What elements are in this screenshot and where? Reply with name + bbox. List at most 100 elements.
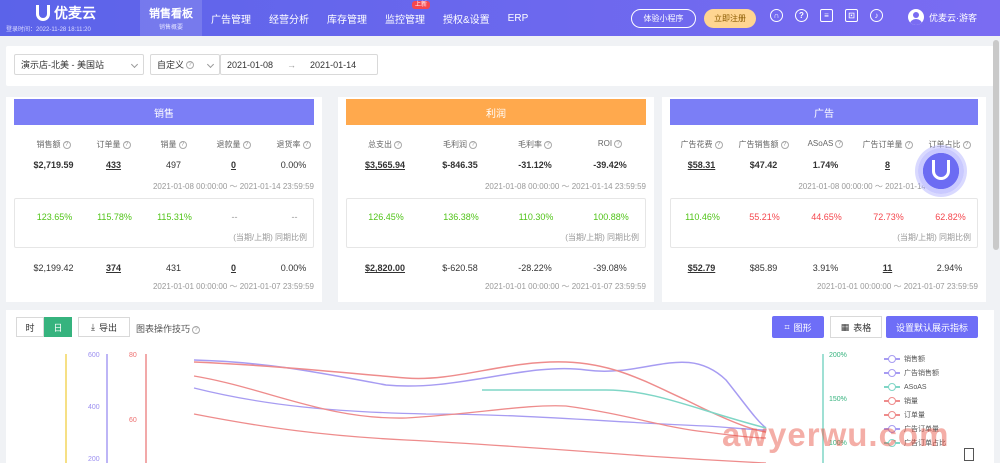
previous-range: 2021-01-01 00:00:00 ～ 2021-01-07 23:59:5…: [816, 282, 978, 291]
compare-value: --: [291, 212, 298, 222]
headset-icon[interactable]: ∩: [770, 9, 783, 22]
floating-logo-button[interactable]: [918, 148, 964, 194]
nav-erp[interactable]: ERP: [499, 0, 538, 36]
compare-value: 72.73%: [873, 212, 904, 222]
login-time: 登录时间：2022-11-28 18:11:20: [6, 27, 91, 33]
sales-card-title: 销售: [14, 99, 314, 125]
profit-card-title: 利润: [346, 99, 646, 125]
nav-label: ERP: [507, 12, 529, 24]
legend-item[interactable]: ASoAS: [884, 380, 946, 394]
metric-label: 订单占比?: [918, 139, 981, 150]
legend-item[interactable]: 销量: [884, 394, 946, 408]
metric-value-link[interactable]: 11: [856, 263, 919, 273]
compare-value: 126.45%: [368, 212, 404, 222]
metric-value-link[interactable]: $3,565.94: [352, 160, 418, 170]
metric-label: 总支出?: [352, 139, 418, 150]
metric-value-link[interactable]: $52.79: [670, 263, 733, 273]
compare-note: (当期/上期) 同期比例: [233, 233, 307, 242]
metric-value: 1.74%: [812, 160, 839, 170]
metric-value-link[interactable]: 374: [82, 263, 145, 273]
metric-value: $85.89: [749, 263, 778, 273]
document-icon[interactable]: [964, 448, 974, 461]
end-date: 2021-01-14: [310, 59, 357, 70]
filter-bar: 演示店-北美 - 美国站 自定义? 2021-01-08 → 2021-01-1…: [6, 46, 994, 86]
metric-value: $2,719.59: [33, 160, 74, 170]
series-line-sales: [193, 359, 767, 429]
compare-box: 123.65% 115.78% 115.31% -- -- (当期/上期) 同期…: [14, 198, 314, 248]
help-icon[interactable]: ?: [795, 9, 808, 22]
metric-label: ROI?: [577, 139, 643, 148]
watermark: awyerwu.com: [722, 416, 950, 453]
bell-icon[interactable]: ♪: [870, 9, 883, 22]
metric-value-link[interactable]: 433: [82, 160, 145, 170]
metric-value: -39.42%: [593, 160, 627, 170]
date-mode-value: 自定义: [157, 60, 185, 70]
nav-inventory[interactable]: 库存管理: [318, 0, 376, 36]
logo-icon: [36, 5, 50, 21]
metric-value-link[interactable]: 0: [202, 263, 265, 273]
compare-value: --: [231, 212, 238, 222]
nav-ad-management[interactable]: 广告管理: [202, 0, 260, 36]
metric-value: $2,199.42: [33, 263, 74, 273]
date-range-picker[interactable]: 2021-01-08 → 2021-01-14: [220, 54, 378, 75]
nav-auth-settings[interactable]: 授权&设置: [434, 0, 499, 36]
compare-note: (当期/上期) 同期比例: [897, 233, 971, 242]
metric-value-link[interactable]: 8: [856, 160, 919, 170]
compare-value: 110.46%: [685, 212, 720, 222]
new-badge: 上新: [411, 1, 430, 9]
compare-value: 44.65%: [811, 212, 842, 222]
compare-value: 115.31%: [157, 212, 192, 222]
metric-label: 退货率?: [262, 139, 325, 150]
nav-business-analysis[interactable]: 经营分析: [260, 0, 318, 36]
metric-value-link[interactable]: 0: [202, 160, 265, 170]
message-icon[interactable]: ≡: [820, 9, 833, 22]
metric-label: 广告花费?: [670, 139, 733, 150]
metric-label: 毛利率?: [502, 139, 568, 150]
nav-label: 库存管理: [327, 14, 367, 26]
compare-value: 100.88%: [593, 212, 629, 222]
compare-value: 123.65%: [36, 212, 73, 222]
series-line-ad-orders: [193, 387, 767, 431]
metric-label: 广告订单量?: [856, 139, 919, 150]
brand-logo[interactable]: 优麦云: [36, 3, 96, 23]
metric-value: -39.08%: [593, 263, 627, 273]
legend-item[interactable]: 销售额: [884, 352, 946, 366]
metric-value: 0.00%: [280, 263, 307, 273]
compare-value: 110.30%: [518, 212, 554, 222]
profit-card: 利润 总支出? 毛利润? 毛利率? ROI? $3,565.94 $-846.3…: [338, 97, 654, 302]
current-range: 2021-01-08 00:00:00 ～ 2021-01-14 23:59:5…: [484, 182, 646, 191]
metric-value-link[interactable]: $58.31: [670, 160, 733, 170]
notice-icon[interactable]: ⊡: [845, 9, 858, 22]
metric-value: 0.00%: [280, 160, 307, 170]
main-nav: 销售看板 销售概要 广告管理 经营分析 库存管理 监控管理 上新 授权&设置 E…: [140, 0, 537, 36]
register-button[interactable]: 立即注册: [704, 9, 756, 28]
arrow-right-icon: →: [287, 59, 297, 70]
compare-value: 115.78%: [97, 212, 132, 222]
mini-program-button[interactable]: 体验小程序: [631, 9, 696, 28]
metric-value: 2.94%: [936, 263, 963, 273]
metric-value: $-846.35: [442, 160, 478, 170]
metric-label: 销售额?: [22, 139, 85, 150]
page-scrollbar[interactable]: [993, 40, 999, 250]
metric-value: 3.91%: [812, 263, 839, 273]
nav-monitoring[interactable]: 监控管理 上新: [376, 0, 434, 36]
metric-value-link[interactable]: $2,820.00: [352, 263, 418, 273]
compare-box: 110.46% 55.21% 44.65% 72.73% 62.82% (当期/…: [670, 198, 978, 248]
store-select[interactable]: 演示店-北美 - 美国站: [14, 54, 144, 75]
date-mode-select[interactable]: 自定义?: [150, 54, 220, 75]
metric-value: -31.12%: [518, 160, 552, 170]
nav-label: 授权&设置: [443, 14, 490, 26]
previous-range: 2021-01-01 00:00:00 ～ 2021-01-07 23:59:5…: [152, 282, 314, 291]
start-date: 2021-01-08: [227, 59, 274, 70]
current-range: 2021-01-08 00:00:00 ～ 2021-01-14: [798, 182, 926, 191]
compare-note: (当期/上期) 同期比例: [565, 233, 639, 242]
ads-card: 广告 广告花费? 广告销售额? ASoAS? 广告订单量? 订单占比? $58.…: [662, 97, 986, 302]
metric-label: 退款量?: [202, 139, 265, 150]
nav-label: 监控管理: [385, 14, 425, 26]
chevron-down-icon: [206, 60, 215, 69]
nav-sub-label: 销售概要: [158, 25, 183, 31]
series-line-sales-2: [193, 413, 767, 463]
legend-item[interactable]: 广告销售额: [884, 366, 946, 380]
nav-sales-board[interactable]: 销售看板 销售概要: [140, 0, 202, 36]
user-menu[interactable]: 优麦云·游客: [908, 9, 977, 25]
